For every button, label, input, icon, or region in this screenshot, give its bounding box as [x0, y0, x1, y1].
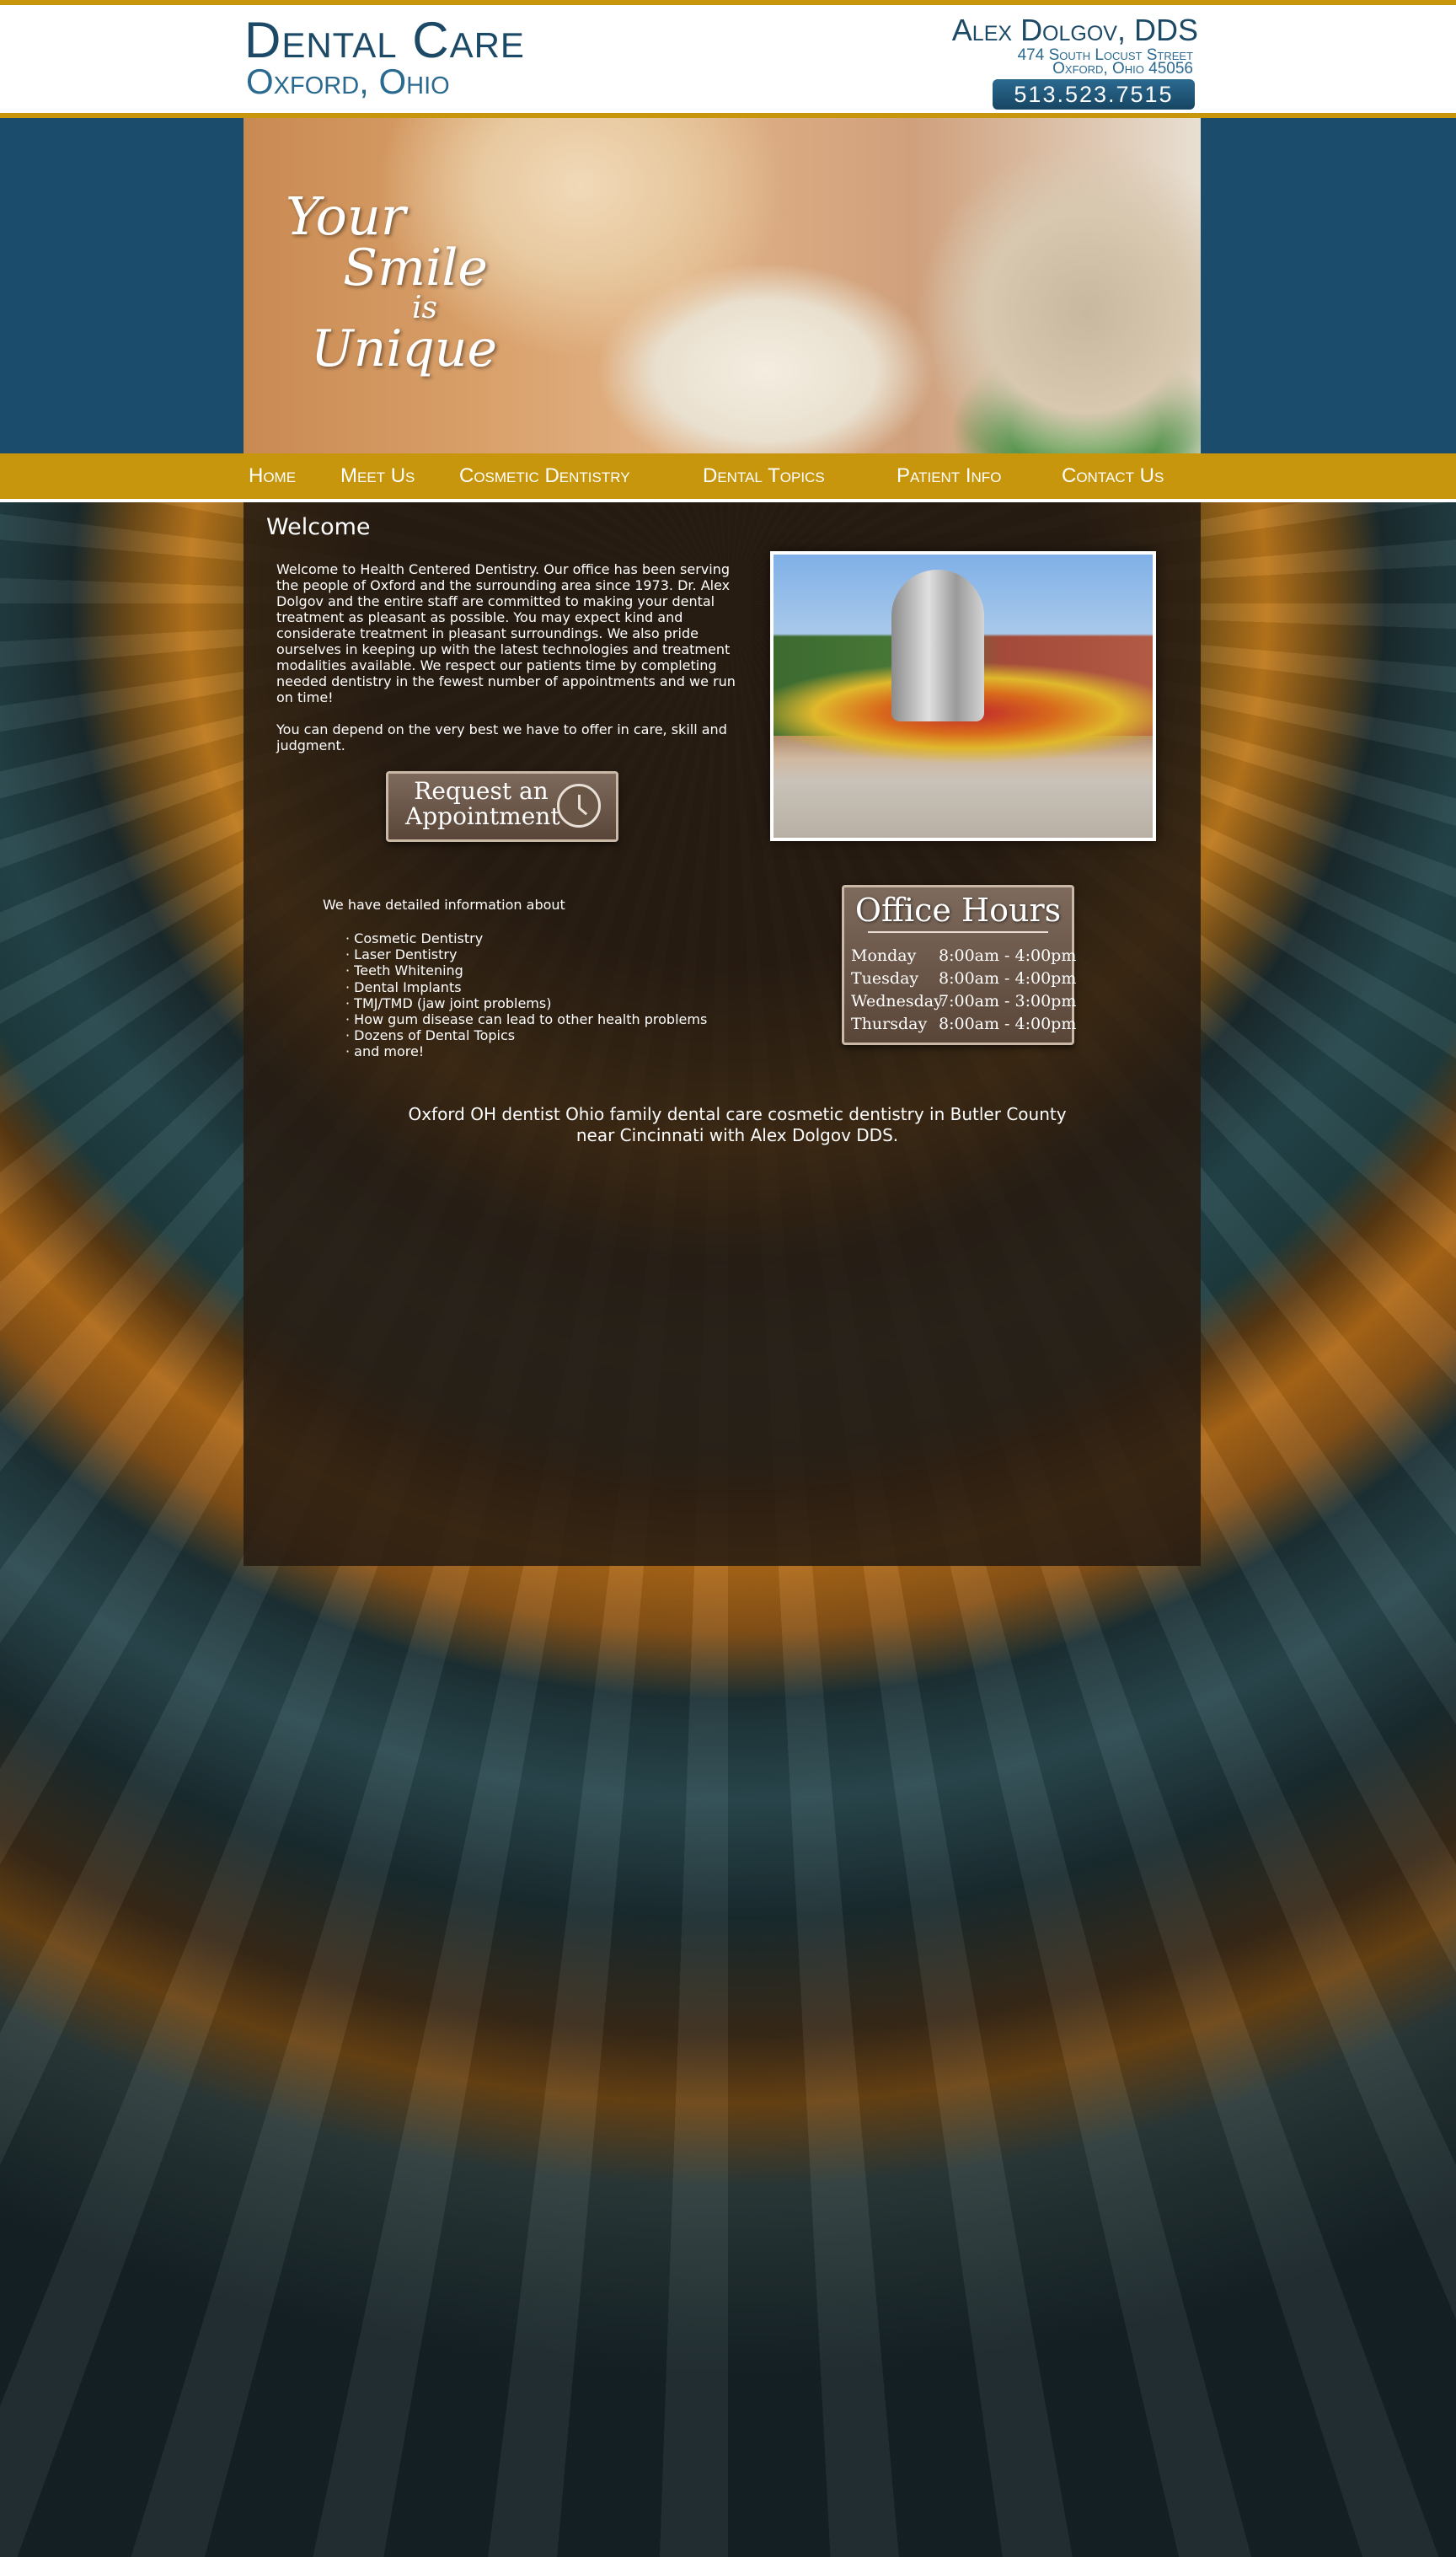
list-item: Laser Dentistry [345, 946, 707, 962]
list-item: Dozens of Dental Topics [345, 1027, 707, 1043]
phone-number[interactable]: 513.523.7515 [993, 79, 1195, 110]
tagline-line-2: Smile [343, 239, 488, 298]
sculpture-image [891, 570, 984, 721]
hours-time: 8:00am - 4:00pm [939, 1015, 1077, 1033]
nav-cosmetic-dentistry[interactable]: Cosmetic Dentistry [459, 466, 630, 486]
brand-subtitle: Oxford, Ohio [246, 62, 450, 101]
office-hours-title: Office Hours [854, 892, 1062, 929]
hours-day: Monday [851, 946, 917, 965]
list-item: How gum disease can lead to other health… [345, 1011, 707, 1027]
welcome-paragraph-1: Welcome to Health Centered Dentistry. Ou… [276, 561, 736, 705]
nav-patient-info[interactable]: Patient Info [897, 466, 1001, 486]
hours-time: 8:00am - 4:00pm [939, 969, 1077, 988]
clock-icon [557, 784, 601, 828]
nav-meet-us[interactable]: Meet Us [340, 466, 415, 486]
office-hours-divider [868, 931, 1048, 933]
page-title: Welcome [266, 514, 371, 540]
list-item: Dental Implants [345, 979, 707, 995]
office-hours-box: Office Hours Monday 8:00am - 4:00pm Tues… [842, 885, 1077, 1045]
seo-footer-text: Oxford OH dentist Ohio family dental car… [408, 1104, 1067, 1145]
hero-tagline: Your Smile is Unique [286, 185, 505, 378]
list-item: Cosmetic Dentistry [345, 930, 707, 946]
welcome-paragraph-2: You can depend on the very best we have … [276, 721, 727, 753]
main-nav: Home Meet Us Cosmetic Dentistry Dental T… [0, 453, 1456, 502]
list-item: and more! [345, 1043, 707, 1059]
hero-banner: Your Smile is Unique [244, 118, 1201, 453]
brand-title[interactable]: Dental Care [244, 15, 525, 66]
office-photo [770, 551, 1156, 841]
welcome-text: Welcome to Health Centered Dentistry. Ou… [276, 561, 748, 769]
list-item: Teeth Whitening [345, 962, 707, 978]
request-appointment-button[interactable]: Request an Appointment [386, 771, 618, 842]
info-list: Cosmetic Dentistry Laser Dentistry Teeth… [345, 930, 707, 1060]
hours-time: 8:00am - 4:00pm [939, 946, 1077, 965]
address-line-2: Oxford, Ohio 45056 [1052, 60, 1193, 78]
nav-dental-topics[interactable]: Dental Topics [703, 466, 825, 486]
hours-day: Thursday [851, 1015, 928, 1033]
site-header: Dental Care Oxford, Ohio Alex Dolgov, DD… [0, 0, 1456, 118]
tagline-line-1: Your [286, 185, 406, 247]
tagline-line-4: Unique [311, 319, 497, 378]
hours-day: Tuesday [851, 969, 919, 988]
request-appointment-label: Request an Appointment [405, 777, 560, 830]
doctor-name: Alex Dolgov, DDS [951, 13, 1198, 47]
nav-contact-us[interactable]: Contact Us [1062, 466, 1164, 486]
hours-day: Wednesday [851, 992, 943, 1010]
hours-time: 7:00am - 3:00pm [939, 992, 1077, 1010]
info-intro: We have detailed information about [323, 897, 565, 913]
nav-home[interactable]: Home [249, 466, 296, 486]
list-item: TMJ/TMD (jaw joint problems) [345, 995, 707, 1011]
